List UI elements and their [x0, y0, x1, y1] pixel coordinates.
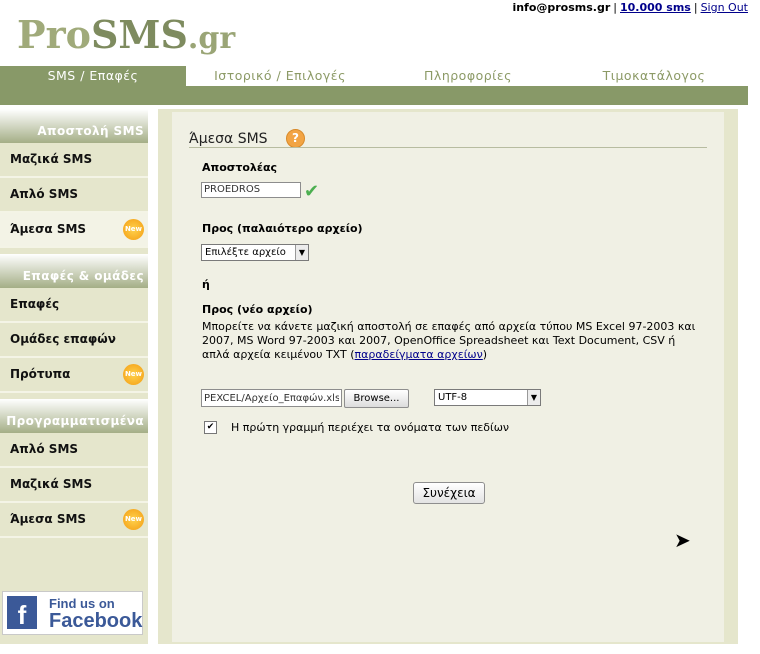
to-new-label: Προς (νέο αρχείο)	[202, 303, 313, 316]
new-badge-icon: New	[123, 509, 144, 530]
sidebar-item-bulk-sms[interactable]: Μαζικά SMS	[0, 143, 148, 178]
title-divider	[189, 147, 707, 148]
tab-information[interactable]: Πληροφορίες	[378, 66, 558, 86]
sidebar-item-label: Άμεσα SMS	[10, 512, 87, 526]
browse-button[interactable]: Browse...	[344, 389, 409, 408]
sidebar: Αποστολή SMS Μαζικά SMS Απλό SMS Άμεσα S…	[0, 109, 148, 644]
facebook-findus: Find us on	[49, 596, 115, 611]
check-icon: ✔	[304, 181, 320, 202]
facebook-name: Facebook	[49, 610, 143, 632]
examples-link[interactable]: παραδείγματα αρχείων	[355, 348, 483, 361]
sidebar-item-label: Ομάδες επαφών	[10, 332, 116, 346]
old-file-select-value: Επιλέξτε αρχείο	[205, 247, 286, 258]
sidebar-item-label: Απλό SMS	[10, 187, 79, 201]
file-path-input[interactable]	[201, 389, 342, 407]
sidebar-item-label: Απλό SMS	[10, 442, 79, 456]
sidebar-item-instant-sms[interactable]: Άμεσα SMS New	[0, 213, 148, 248]
account-email: info@prosms.gr	[512, 1, 611, 14]
sidebar-item-contact-groups[interactable]: Ομάδες επαφών	[0, 323, 148, 358]
sidebar-item-label: Άμεσα SMS	[10, 222, 87, 236]
upload-description: Μπορείτε να κάνετε μαζική αποστολή σε επ…	[202, 320, 702, 362]
sidebar-item-simple-sms[interactable]: Απλό SMS	[0, 178, 148, 213]
header-row-checkbox[interactable]: ✔	[204, 421, 217, 434]
logo[interactable]: ProSMS.gr	[17, 12, 235, 57]
chevron-down-icon: ▼	[527, 390, 540, 405]
to-old-label: Προς (παλαιότερο αρχείο)	[202, 222, 363, 235]
logo-sms: SMS	[90, 12, 188, 57]
sidebar-item-scheduled-instant[interactable]: Άμεσα SMS New	[0, 503, 148, 538]
sidebar-item-label: Μαζικά SMS	[10, 477, 93, 491]
or-label: ή	[202, 278, 210, 291]
page-title: Άμεσα SMS	[189, 131, 268, 147]
top-links: info@prosms.gr | 10.000 sms | Sign Out	[512, 1, 748, 14]
old-file-select[interactable]: Επιλέξτε αρχείο ▼	[201, 244, 309, 261]
sub-bar	[0, 86, 748, 105]
sidebar-section-scheduled: Προγραμματισμένα	[0, 399, 148, 433]
new-badge-icon: New	[123, 364, 144, 385]
tab-history-options[interactable]: Ιστορικό / Επιλογές	[190, 66, 370, 86]
mouse-cursor-icon: ➤	[674, 528, 691, 552]
logo-pro: Pro	[17, 12, 91, 57]
desc-end: )	[482, 348, 488, 361]
tab-pricelist[interactable]: Τιμοκατάλογος	[566, 66, 742, 86]
help-icon[interactable]: ?	[286, 129, 305, 148]
facebook-button[interactable]: f Find us on Facebook	[2, 591, 143, 635]
logo-gr: .gr	[187, 21, 236, 56]
sender-input[interactable]	[201, 182, 301, 198]
sender-label: Αποστολέας	[202, 161, 278, 174]
chevron-down-icon: ▼	[295, 245, 308, 260]
sidebar-item-templates[interactable]: Πρότυπα New	[0, 358, 148, 393]
main-nav: SMS / Επαφές Ιστορικό / Επιλογές Πληροφο…	[0, 66, 748, 86]
sidebar-item-scheduled-bulk[interactable]: Μαζικά SMS	[0, 468, 148, 503]
encoding-select-value: UTF-8	[438, 392, 468, 403]
signout-link[interactable]: Sign Out	[701, 1, 748, 14]
sidebar-section-contacts: Επαφές & ομάδες	[0, 254, 148, 288]
continue-button[interactable]: Συνέχεια	[413, 482, 485, 504]
sidebar-section-send: Αποστολή SMS	[0, 109, 148, 143]
facebook-icon: f	[7, 596, 37, 630]
sidebar-item-contacts[interactable]: Επαφές	[0, 288, 148, 323]
sidebar-item-label: Μαζικά SMS	[10, 152, 93, 166]
encoding-select[interactable]: UTF-8 ▼	[434, 389, 541, 406]
tab-sms-contacts[interactable]: SMS / Επαφές	[0, 66, 186, 86]
sidebar-item-label: Επαφές	[10, 297, 60, 311]
credits-link[interactable]: 10.000 sms	[620, 1, 691, 14]
sidebar-item-scheduled-simple[interactable]: Απλό SMS	[0, 433, 148, 468]
new-badge-icon: New	[123, 219, 144, 240]
header-row-checkbox-label: Η πρώτη γραμμή περιέχει τα ονόματα των π…	[231, 421, 510, 434]
sidebar-item-label: Πρότυπα	[10, 367, 71, 381]
